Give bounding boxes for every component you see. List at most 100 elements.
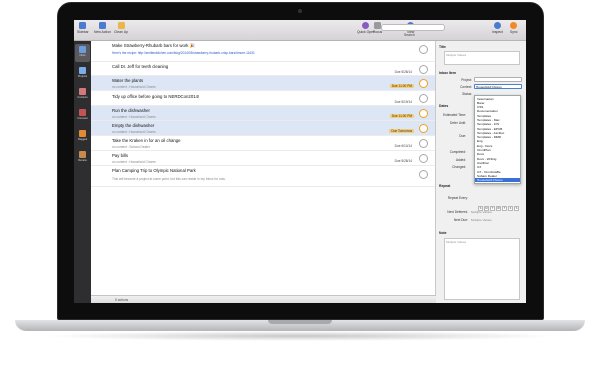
due-date: Due 5/28/14 (394, 70, 412, 74)
new-action-button[interactable]: New Action (94, 22, 111, 34)
action-note[interactable]: Here's the recipe: http://smittenkitchen… (112, 51, 255, 55)
action-context: no context : Household Chores (112, 159, 156, 164)
due-label: Due: (459, 134, 466, 138)
status-circle[interactable] (419, 64, 428, 74)
action-title[interactable]: Run the dishwasher (112, 108, 150, 113)
quick-open-icon (362, 22, 370, 29)
search-input[interactable] (381, 24, 445, 31)
search-label: Search (404, 33, 415, 37)
table-row[interactable]: Call Dr. Jeff for teeth cleaning Due 5/2… (91, 62, 435, 76)
table-row[interactable]: Make Strawberry-Rhubarb bars for work 🎉 … (91, 41, 435, 62)
sidebar-item-review[interactable]: Review (75, 149, 90, 167)
context-dropdown-menu: Veterinarian Barer CSS Documentation Templat… (474, 95, 521, 184)
status-circle[interactable] (419, 170, 428, 179)
next-deferred-label: Next Deferred: (447, 210, 468, 214)
action-title[interactable]: Water the plants (112, 78, 143, 83)
action-title[interactable]: Tidy up office before going to NERDCon20… (112, 94, 199, 99)
repeat-section-header[interactable]: Repeat (439, 184, 450, 188)
laptop-shadow (40, 331, 560, 341)
table-row[interactable]: Empty the dishwasher no context : Househ… (91, 121, 435, 136)
due-date: Due 11:00 PM (389, 114, 414, 118)
action-context: no context : Household Chores (112, 129, 156, 134)
sidebar-item-contexts[interactable]: Contexts (75, 86, 90, 104)
weekday-toggle[interactable]: M (484, 206, 489, 211)
action-count: 5 actions (115, 297, 129, 302)
info-icon (493, 22, 501, 29)
status-circle[interactable] (419, 139, 428, 148)
action-title[interactable]: Plan Camping Trip to Olympic National Pa… (112, 168, 196, 173)
context-label: Context: (460, 85, 472, 89)
laptop-mockup: Sidebar New Action Clean Up Quick Open F… (0, 0, 600, 369)
note-field[interactable]: Multiple Values (444, 238, 520, 300)
sidebar-item-projects[interactable]: Projects (75, 65, 90, 83)
action-title[interactable]: Call Dr. Jeff for teeth cleaning (112, 64, 168, 69)
action-title[interactable]: Make Strawberry-Rhubarb bars for work 🎉 (112, 43, 195, 49)
added-label: Added: (455, 158, 466, 162)
context-select[interactable]: Household Chores (474, 84, 522, 89)
next-due-label: Next Due: (453, 218, 468, 222)
sidebar-button[interactable]: Sidebar (77, 22, 89, 34)
weekday-toggle[interactable]: S (514, 206, 519, 211)
action-title[interactable]: Take the Kraken in for an oil change (112, 138, 181, 143)
table-row[interactable]: Take the Kraken in for an oil change no … (91, 136, 435, 151)
broom-icon (117, 22, 125, 29)
context-menu-item[interactable]: Household Chores (475, 178, 520, 183)
table-row[interactable]: Plan Camping Trip to Olympic National Pa… (91, 166, 435, 187)
weekday-toggle[interactable]: T (490, 206, 495, 211)
weekday-toggle[interactable]: S (478, 206, 483, 211)
title-section-header[interactable]: Title (439, 45, 446, 49)
estimated-time-label: Estimated Time: (443, 113, 466, 117)
plus-icon (98, 22, 106, 29)
app-window: Sidebar New Action Clean Up Quick Open F… (74, 20, 526, 303)
inbox-section-header[interactable]: Inbox Item (439, 71, 456, 75)
weekday-toggle[interactable]: T (502, 206, 507, 211)
clean-up-button[interactable]: Clean Up (114, 22, 128, 34)
sidebar-item-flagged[interactable]: Flagged (75, 128, 90, 146)
projects-icon (79, 67, 86, 74)
weekday-toggle[interactable]: F (508, 206, 513, 211)
weekday-picker: S M T W T F S (478, 206, 519, 211)
sidebar-item-forecast[interactable]: Forecast (75, 107, 90, 125)
laptop-notch (268, 320, 332, 324)
status-circle[interactable] (419, 109, 428, 118)
status-bar: 5 actions (91, 295, 436, 303)
table-row[interactable]: Water the plants no context : Household … (91, 76, 435, 91)
status-circle[interactable] (419, 124, 428, 133)
project-label: Project: (461, 78, 472, 82)
action-note[interactable]: This will become a project at some point… (112, 177, 226, 181)
action-context: no context : Household Chores (112, 84, 156, 89)
action-title[interactable]: Empty the dishwasher (112, 123, 154, 128)
sidebar-icon (79, 22, 87, 29)
due-date: Due Tomorrow (389, 129, 414, 133)
toolbar: Sidebar New Action Clean Up Quick Open F… (74, 20, 526, 41)
note-section-header[interactable]: Note (439, 231, 447, 235)
action-context: no context : Subaru Dealer (112, 144, 150, 149)
action-context: no context : Household Chores (112, 114, 156, 119)
due-date: Due 5/28/14 (394, 159, 412, 163)
next-due-value: Multiple Values (471, 218, 492, 222)
action-title[interactable]: Pay bills (112, 153, 128, 158)
forecast-icon (79, 109, 86, 116)
camera-icon (298, 9, 302, 13)
status-circle[interactable] (419, 154, 428, 163)
flag-icon (79, 130, 86, 137)
table-row[interactable]: Run the dishwasher no context : Househol… (91, 106, 435, 121)
sync-icon (510, 22, 518, 29)
due-date: Due 6/10/14 (394, 144, 412, 148)
sidebar-item-inbox[interactable]: Inbox (75, 44, 90, 62)
table-row[interactable]: Tidy up office before going to NERDCon20… (91, 91, 435, 106)
status-circle[interactable] (419, 94, 428, 103)
inspect-button[interactable]: Inspect (492, 22, 503, 34)
perspective-sidebar: Inbox Projects Contexts Forecast Flagged… (74, 41, 91, 303)
sync-button[interactable]: Sync (510, 22, 518, 34)
table-row[interactable]: Pay bills no context : Household Chores … (91, 151, 435, 166)
status-circle[interactable] (419, 45, 428, 54)
changed-label: Changed: (452, 165, 466, 169)
dates-section-header[interactable]: Dates (439, 104, 448, 108)
review-icon (79, 151, 86, 158)
status-circle[interactable] (419, 79, 428, 88)
project-select[interactable] (474, 77, 522, 82)
status-label: Status: (462, 92, 472, 96)
weekday-toggle[interactable]: W (496, 206, 501, 211)
title-field[interactable]: Multiple Values (444, 51, 520, 65)
